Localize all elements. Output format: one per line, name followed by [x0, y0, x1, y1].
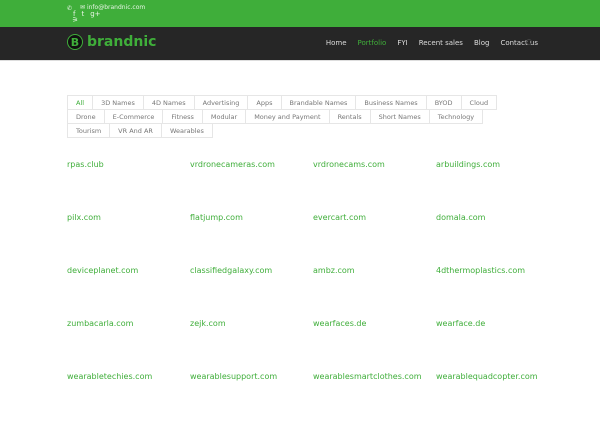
- nav-item-blog[interactable]: Blog: [474, 39, 489, 47]
- domain-link[interactable]: flatjump.com: [190, 213, 313, 266]
- filter-vr-and-ar[interactable]: VR And AR: [109, 123, 162, 138]
- filter-advertising[interactable]: Advertising: [193, 95, 249, 110]
- filter-wearables[interactable]: Wearables: [160, 123, 213, 138]
- domain-link[interactable]: zumbacarla.com: [67, 319, 190, 372]
- domain-link[interactable]: zejk.com: [190, 319, 313, 372]
- filter-apps[interactable]: Apps: [247, 95, 282, 110]
- filter-technology[interactable]: Technology: [428, 109, 484, 124]
- google-plus-icon[interactable]: g+: [90, 10, 100, 18]
- domain-link[interactable]: vrdronecameras.com: [190, 160, 313, 213]
- domain-link[interactable]: wearablequadcopter.com: [436, 372, 559, 425]
- phone-icon: ✆: [67, 5, 73, 12]
- domain-grid: rpas.club vrdronecameras.com vrdronecams.c…: [67, 160, 559, 425]
- filter-brandable-names[interactable]: Brandable Names: [280, 95, 357, 110]
- filter-money-and-payment[interactable]: Money and Payment: [245, 109, 330, 124]
- domain-link[interactable]: vrdronecams.com: [313, 160, 436, 213]
- domain-link[interactable]: wearablesmartclothes.com: [313, 372, 436, 425]
- filter-rentals[interactable]: Rentals: [328, 109, 371, 124]
- domain-link[interactable]: evercart.com: [313, 213, 436, 266]
- filter-e-commerce[interactable]: E-Commerce: [103, 109, 164, 124]
- domain-link[interactable]: pilx.com: [67, 213, 190, 266]
- nav-item-contact-us[interactable]: Contact us: [500, 39, 538, 47]
- domain-link[interactable]: classifiedgalaxy.com: [190, 266, 313, 319]
- filter-short-names[interactable]: Short Names: [369, 109, 430, 124]
- category-filters: All 3D Names 4D Names Advertising Apps Branda…: [67, 95, 517, 138]
- top-bar: ✆ ✉ info@brandnic.com f t g+ ⚞: [0, 0, 600, 27]
- domain-link[interactable]: deviceplanet.com: [67, 266, 190, 319]
- domain-link[interactable]: ambz.com: [313, 266, 436, 319]
- domain-link[interactable]: wearabletechies.com: [67, 372, 190, 425]
- filter-4d-names[interactable]: 4D Names: [142, 95, 195, 110]
- filter-fitness[interactable]: Fitness: [162, 109, 203, 124]
- domain-link[interactable]: wearfaces.de: [313, 319, 436, 372]
- nav-item-portfolio[interactable]: Portfolio: [358, 39, 387, 47]
- domain-link[interactable]: 4dthermoplastics.com: [436, 266, 559, 319]
- rss-icon[interactable]: ⚞: [72, 16, 78, 24]
- domain-link[interactable]: wearablesupport.com: [190, 372, 313, 425]
- logo-mark: B: [67, 34, 83, 50]
- domain-link[interactable]: wearface.de: [436, 319, 559, 372]
- domain-link[interactable]: arbuildings.com: [436, 160, 559, 213]
- site-header: B brandnic Home Portfolio FYI Recent sales B…: [0, 27, 600, 61]
- filter-tourism[interactable]: Tourism: [67, 123, 111, 138]
- filter-cloud[interactable]: Cloud: [460, 95, 498, 110]
- filter-drone[interactable]: Drone: [67, 109, 105, 124]
- filter-modular[interactable]: Modular: [201, 109, 247, 124]
- search-icon[interactable]: [526, 39, 532, 45]
- filter-business-names[interactable]: Business Names: [355, 95, 427, 110]
- twitter-icon[interactable]: t: [81, 10, 84, 18]
- filter-all[interactable]: All: [67, 95, 94, 110]
- domain-link[interactable]: domala.com: [436, 213, 559, 266]
- nav-item-recent-sales[interactable]: Recent sales: [419, 39, 463, 47]
- main-nav: Home Portfolio FYI Recent sales Blog Contact …: [326, 39, 538, 47]
- filter-3d-names[interactable]: 3D Names: [92, 95, 144, 110]
- nav-item-fyi[interactable]: FYI: [397, 39, 407, 47]
- filter-byod[interactable]: BYOD: [425, 95, 462, 110]
- logo-text: brandnic: [87, 34, 157, 50]
- nav-item-home[interactable]: Home: [326, 39, 347, 47]
- domain-link[interactable]: rpas.club: [67, 160, 190, 213]
- logo[interactable]: B brandnic: [67, 34, 156, 50]
